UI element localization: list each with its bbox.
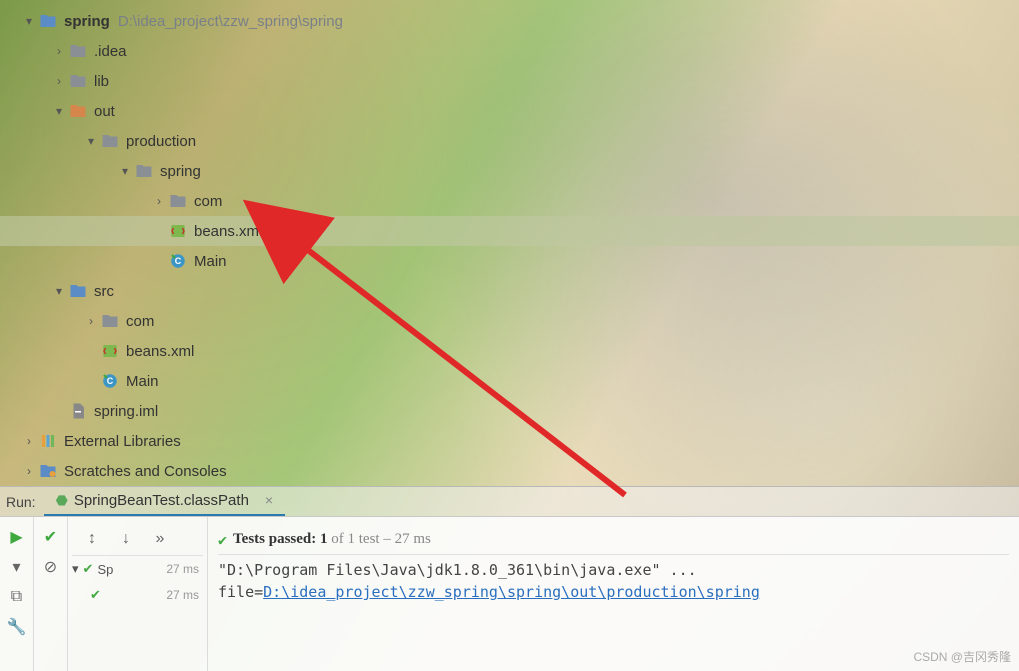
chevron-down-icon[interactable]: ▾ [50,104,68,118]
rerun-button[interactable]: ▶ [5,525,29,549]
folder-icon [168,191,188,211]
tree-item-src[interactable]: ▾ src [0,276,1019,306]
expand-button[interactable]: ↕ [80,527,104,551]
project-path: D:\idea_project\zzw_spring\spring [118,13,343,30]
svg-text:C: C [175,256,182,266]
scratch-icon [38,461,58,481]
folder-icon [68,41,88,61]
filter-passed-button[interactable]: ✔ [39,525,63,549]
chevron-right-icon[interactable]: › [20,434,38,448]
tree-item-lib[interactable]: › lib [0,66,1019,96]
tree-scratches[interactable]: › Scratches and Consoles [0,456,1019,486]
tree-item-idea[interactable]: › .idea [0,36,1019,66]
chevron-right-icon[interactable]: › [20,464,38,478]
xml-file-icon [100,341,120,361]
svg-text:C: C [107,376,114,386]
source-folder-icon [68,281,88,301]
project-name: spring [64,13,110,30]
tree-external-libraries[interactable]: › External Libraries [0,426,1019,456]
tree-item-out-spring[interactable]: ▾ spring [0,156,1019,186]
filter-ignored-button[interactable]: ⊘ [39,555,63,579]
check-icon: ✔ [218,531,227,549]
chevron-down-icon[interactable]: ▾ [50,284,68,298]
chevron-down-icon[interactable]: ▾ [82,134,100,148]
chevron-right-icon[interactable]: › [82,314,100,328]
class-file-icon: C [100,371,120,391]
folder-icon [68,101,88,121]
tree-item-out[interactable]: ▾ out [0,96,1019,126]
chevron-down-icon[interactable]: ▾ [20,14,38,28]
chevron-right-icon[interactable]: › [50,74,68,88]
check-icon: ✔ [90,587,101,603]
project-tree: ▾ spring D:\idea_project\zzw_spring\spri… [0,0,1019,486]
test-node-root[interactable]: ▾ ✔ Sp 27 ms [72,556,203,582]
settings-button[interactable]: 🔧 [5,615,29,639]
chevron-right-icon[interactable]: › [50,44,68,58]
tree-item-production[interactable]: ▾ production [0,126,1019,156]
test-status-line: ✔ Tests passed: 1 of 1 test – 27 ms [218,525,1009,555]
run-panel: ▶ ▾ ⧉ 🔧 ✔ ⊘ ↕ ↓ » ▾ ✔ Sp 27 ms ✔ 27 ms ✔… [0,516,1019,671]
tree-item-out-main[interactable]: › C Main [0,246,1019,276]
run-tab[interactable]: ⬣ SpringBeanTest.classPath × [44,487,286,517]
folder-icon [68,71,88,91]
package-icon [100,311,120,331]
collapse-button[interactable]: ↓ [114,527,138,551]
folder-icon [100,131,120,151]
test-results-tree: ↕ ↓ » ▾ ✔ Sp 27 ms ✔ 27 ms [68,517,208,671]
run-label: Run: [6,494,36,510]
layout-button[interactable]: ⧉ [5,585,29,609]
tree-item-src-main[interactable]: › C Main [0,366,1019,396]
tree-item-out-beans[interactable]: › beans.xml [0,216,1019,246]
run-tool-bar: Run: ⬣ SpringBeanTest.classPath × [0,486,1019,516]
test-node-child[interactable]: ✔ 27 ms [72,582,203,608]
tree-item-out-com[interactable]: › com [0,186,1019,216]
run-tool-column-1: ▶ ▾ ⧉ 🔧 [0,517,34,671]
chevron-right-icon[interactable]: › [150,194,168,208]
tree-root[interactable]: ▾ spring D:\idea_project\zzw_spring\spri… [0,6,1019,36]
console-line-1: "D:\Program Files\Java\jdk1.8.0_361\bin\… [218,561,1009,579]
folder-icon [134,161,154,181]
tree-item-src-com[interactable]: › com [0,306,1019,336]
xml-file-icon [168,221,188,241]
run-tab-label: SpringBeanTest.classPath [74,492,249,509]
project-folder-icon [38,11,58,31]
stop-button[interactable]: ▾ [5,555,29,579]
tree-item-iml[interactable]: › spring.iml [0,396,1019,426]
console-output: ✔ Tests passed: 1 of 1 test – 27 ms "D:\… [208,517,1019,671]
console-line-2: file=D:\idea_project\zzw_spring\spring\o… [218,583,1009,601]
check-icon: ✔ [83,561,94,577]
watermark: CSDN @吉冈秀隆 [913,648,1011,665]
chevron-down-icon[interactable]: ▾ [116,164,134,178]
library-icon [38,431,58,451]
prev-button[interactable]: » [148,527,172,551]
test-icon: ⬣ [56,492,68,509]
close-icon[interactable]: × [265,492,273,508]
console-file-link[interactable]: D:\idea_project\zzw_spring\spring\out\pr… [263,583,760,601]
iml-file-icon [68,401,88,421]
class-file-icon: C [168,251,188,271]
chevron-down-icon[interactable]: ▾ [72,561,79,577]
run-tool-column-2: ✔ ⊘ [34,517,68,671]
tree-item-src-beans[interactable]: › beans.xml [0,336,1019,366]
